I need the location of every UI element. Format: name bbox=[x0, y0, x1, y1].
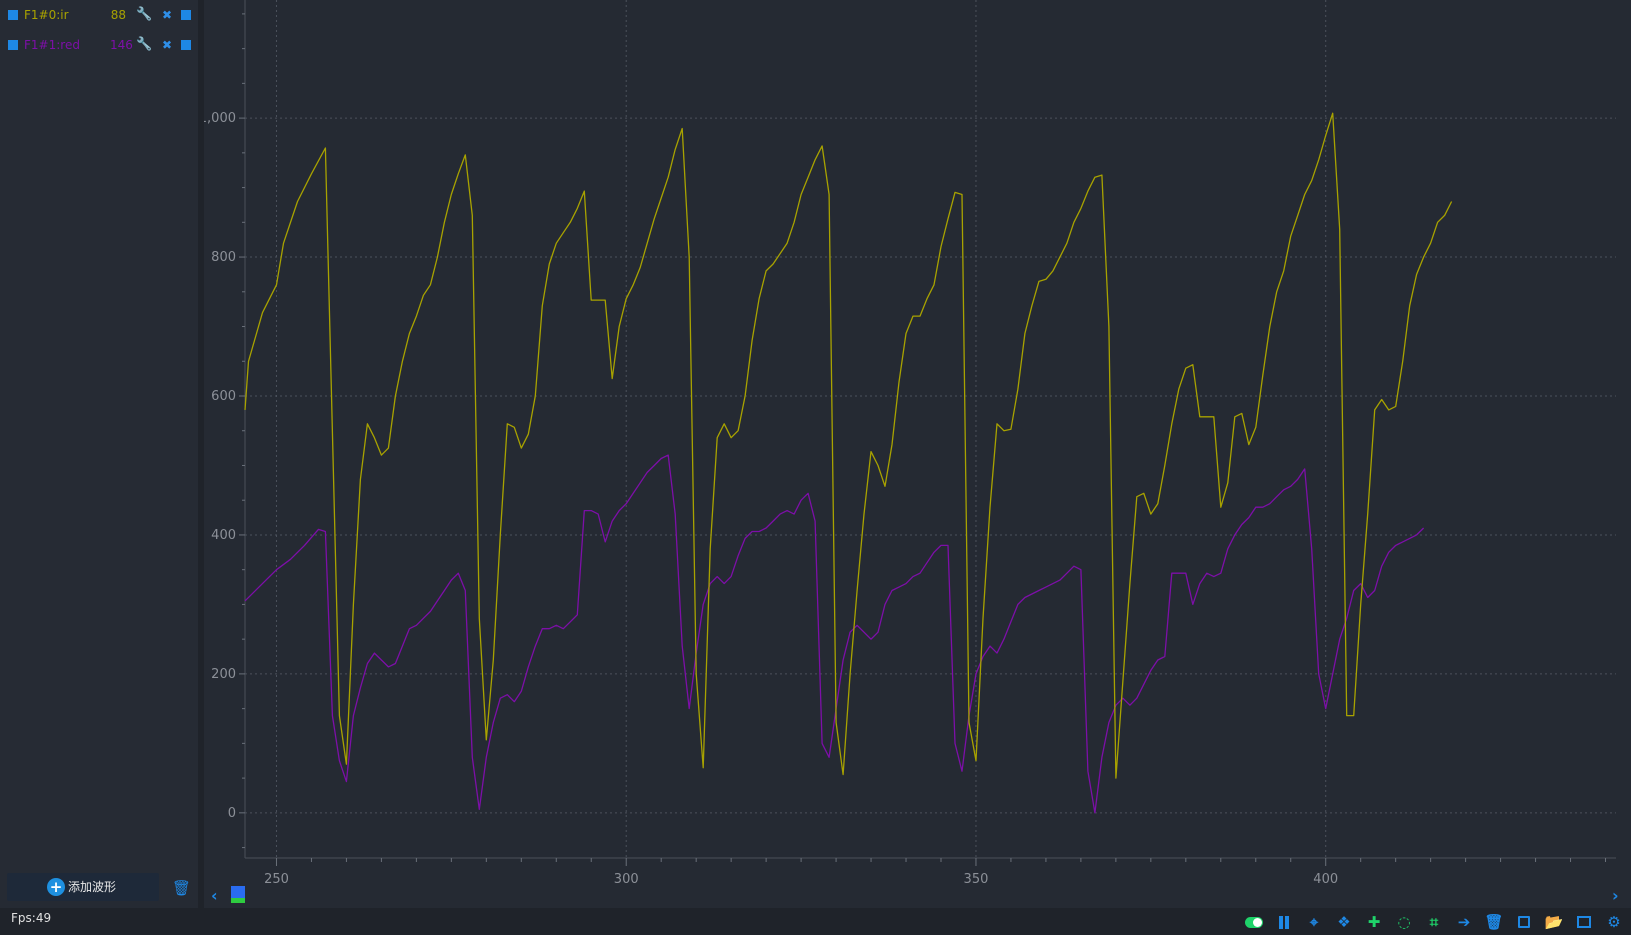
add-waveform-button[interactable]: + 添加波形 bbox=[7, 873, 159, 901]
y-tick-label: 0 bbox=[228, 806, 236, 821]
series-panel bbox=[0, 0, 198, 900]
series-color-swatch[interactable] bbox=[181, 10, 191, 20]
series-color-swatch[interactable] bbox=[181, 40, 191, 50]
y-tick-label: 600 bbox=[211, 389, 236, 404]
y-tick-label: 800 bbox=[211, 250, 236, 265]
chevron-right-icon[interactable]: › bbox=[1612, 886, 1619, 905]
scroll-position-marker[interactable] bbox=[231, 886, 245, 903]
folder-open-icon[interactable]: 📂 bbox=[1543, 911, 1565, 933]
series-name: F1#1:red bbox=[24, 38, 80, 52]
tag-icon[interactable]: ❖ bbox=[1333, 911, 1355, 933]
crosshair-icon[interactable]: ⌖ bbox=[1303, 911, 1325, 933]
chevron-left-icon[interactable]: ‹ bbox=[211, 886, 218, 905]
series-value: 88 bbox=[110, 8, 126, 22]
series-visible-checkbox[interactable] bbox=[8, 10, 18, 20]
y-tick-label: 400 bbox=[211, 528, 236, 543]
series-value: 146 bbox=[110, 38, 133, 52]
x-tick-label: 400 bbox=[1313, 872, 1338, 887]
series-row-ir[interactable]: F1#0:ir 88 🔧 ✖ bbox=[0, 2, 198, 28]
save-icon[interactable] bbox=[1513, 911, 1535, 933]
series-row-red[interactable]: F1#1:red 146 🔧 ✖ bbox=[0, 32, 198, 58]
chart-toolbar: ⌖ ❖ ✚ ◌ ⌗ ➔ 🗑 📂 ⚙ bbox=[1235, 909, 1625, 935]
crop-icon[interactable]: ⌗ bbox=[1423, 911, 1445, 933]
move-icon[interactable]: ✚ bbox=[1363, 911, 1385, 933]
pause-icon[interactable] bbox=[1273, 911, 1295, 933]
trash-icon[interactable]: 🗑 bbox=[172, 879, 191, 897]
circle-select-icon[interactable]: ◌ bbox=[1393, 911, 1415, 933]
plus-icon: + bbox=[47, 878, 65, 896]
gear-icon[interactable]: ⚙ bbox=[1603, 911, 1625, 933]
series-name: F1#0:ir bbox=[24, 8, 69, 22]
close-icon[interactable]: ✖ bbox=[160, 32, 174, 58]
trash-icon[interactable]: 🗑 bbox=[1483, 911, 1505, 933]
series-visible-checkbox[interactable] bbox=[8, 40, 18, 50]
y-tick-label: 1,000 bbox=[204, 111, 236, 126]
wrench-icon[interactable]: 🔧 bbox=[136, 32, 152, 58]
fps-readout: Fps:49 bbox=[11, 911, 52, 925]
x-tick-label: 250 bbox=[264, 872, 289, 887]
arrow-right-icon[interactable]: ➔ bbox=[1453, 911, 1475, 933]
x-tick-label: 350 bbox=[964, 872, 989, 887]
series-line-ir bbox=[244, 112, 1453, 779]
fit-view-icon[interactable] bbox=[1573, 911, 1595, 933]
toggle-icon[interactable] bbox=[1243, 911, 1265, 933]
waveform-chart[interactable]: 0 200 400 600 800 1,000 250 300 350 400 bbox=[204, 0, 1631, 908]
add-waveform-label: 添加波形 bbox=[68, 880, 117, 894]
close-icon[interactable]: ✖ bbox=[160, 2, 174, 28]
wrench-icon[interactable]: 🔧 bbox=[136, 2, 152, 28]
y-tick-label: 200 bbox=[211, 667, 236, 682]
x-tick-label: 300 bbox=[614, 872, 639, 887]
